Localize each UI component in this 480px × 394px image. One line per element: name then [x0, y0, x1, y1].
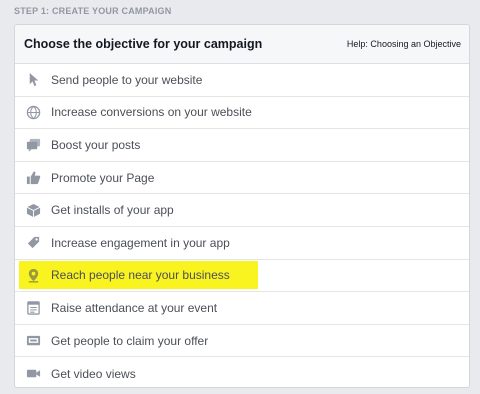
video-icon	[25, 366, 41, 382]
calendar-icon	[25, 300, 41, 316]
objective-label: Send people to your website	[51, 72, 203, 87]
objective-label: Promote your Page	[51, 170, 155, 185]
objective-website-conversions[interactable]: Increase conversions on your website	[15, 97, 469, 130]
objective-label: Get video views	[51, 366, 136, 381]
card-header: Choose the objective for your campaign H…	[15, 25, 469, 64]
objective-card: Choose the objective for your campaign H…	[14, 24, 470, 388]
thumbs-up-icon	[25, 170, 41, 186]
objective-label: Increase engagement in your app	[51, 235, 230, 250]
objective-label: Get installs of your app	[51, 203, 174, 218]
objective-offer-claims[interactable]: Get people to claim your offer	[15, 325, 469, 358]
objective-label: Raise attendance at your event	[51, 300, 218, 315]
objective-app-engagement[interactable]: Increase engagement in your app	[15, 227, 469, 260]
cursor-icon	[25, 72, 41, 88]
card-title: Choose the objective for your campaign	[24, 37, 263, 51]
objective-page-likes[interactable]: Promote your Page	[15, 162, 469, 195]
objective-label: Get people to claim your offer	[51, 333, 209, 348]
tag-icon	[25, 235, 41, 251]
objective-video-views[interactable]: Get video views	[15, 357, 469, 387]
highlight-marker: Reach people near your business	[19, 261, 258, 290]
objective-website-clicks[interactable]: Send people to your website	[15, 64, 469, 97]
posts-icon	[25, 137, 41, 153]
objective-list: Send people to your website Increase con…	[15, 64, 469, 387]
step-label: STEP 1: CREATE YOUR CAMPAIGN	[14, 6, 172, 16]
objective-label: Reach people near your business	[51, 268, 230, 283]
help-link[interactable]: Help: Choosing an Objective	[347, 39, 461, 49]
objective-boost-posts[interactable]: Boost your posts	[15, 129, 469, 162]
map-pin-icon	[25, 267, 41, 283]
box-icon	[25, 202, 41, 218]
objective-event-responses[interactable]: Raise attendance at your event	[15, 292, 469, 325]
objective-label: Boost your posts	[51, 137, 141, 152]
offer-icon	[25, 333, 41, 349]
objective-label: Increase conversions on your website	[51, 105, 252, 120]
objective-local-awareness[interactable]: Reach people near your business	[15, 260, 469, 293]
globe-icon	[25, 104, 41, 120]
objective-app-installs[interactable]: Get installs of your app	[15, 194, 469, 227]
